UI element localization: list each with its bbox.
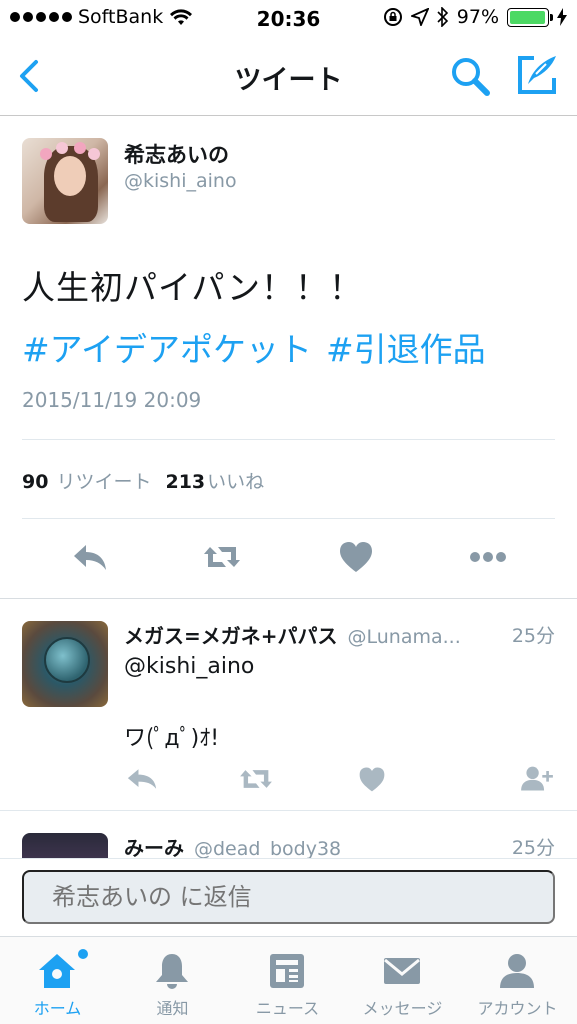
news-icon bbox=[270, 954, 304, 988]
tweet-text: 人生初パイパン！！！ bbox=[22, 268, 363, 307]
tab-notifications[interactable]: 通知 bbox=[115, 937, 230, 1024]
tab-label: アカウント bbox=[477, 999, 558, 1018]
tab-label: 通知 bbox=[156, 999, 189, 1018]
retweet-count[interactable]: 90 bbox=[22, 471, 48, 493]
tweet-actions bbox=[0, 537, 577, 577]
reply-author-name[interactable]: メガス=メガネ+パパス bbox=[124, 620, 338, 649]
tab-news[interactable]: ニュース bbox=[230, 937, 345, 1024]
reply-input[interactable] bbox=[22, 870, 555, 924]
tab-label: メッセージ bbox=[362, 999, 443, 1018]
tab-home[interactable]: ホーム bbox=[0, 937, 115, 1024]
notification-dot bbox=[78, 949, 88, 959]
person-icon bbox=[500, 954, 534, 988]
author-handle[interactable]: @kishi_aino bbox=[124, 170, 237, 192]
tweet-timestamp: 2015/11/19 20:09 bbox=[22, 388, 202, 412]
reply-time: 25分 bbox=[511, 625, 555, 647]
battery-icon bbox=[507, 7, 553, 27]
more-dots-icon[interactable] bbox=[468, 537, 508, 577]
reply-author-name[interactable]: みーみ bbox=[124, 832, 184, 858]
reply-composer bbox=[0, 858, 577, 936]
retweet-label[interactable]: リツイート bbox=[56, 467, 151, 494]
reply-icon[interactable] bbox=[124, 764, 160, 794]
avatar[interactable] bbox=[22, 138, 108, 224]
retweet-icon[interactable] bbox=[238, 764, 274, 794]
hashtag-link[interactable]: #アイデアポケット bbox=[22, 323, 312, 371]
tweet-hashtags: #アイデアポケット #引退作品 bbox=[22, 323, 486, 371]
divider bbox=[22, 518, 555, 519]
battery-percent: 97% bbox=[456, 6, 499, 28]
reply-tweet[interactable]: メガス=メガネ+パパス @Lunama... 25分 @kishi_aino ワ… bbox=[0, 600, 577, 811]
reply-author-handle[interactable]: @Lunama... bbox=[348, 626, 461, 648]
reply-author-handle[interactable]: @dead_body38 bbox=[194, 838, 341, 858]
status-right: 97% bbox=[383, 6, 567, 28]
reply-actions bbox=[0, 764, 577, 794]
bell-icon bbox=[156, 954, 188, 989]
tweet-stats: 90 リツイート 213 いいね bbox=[22, 467, 278, 494]
bluetooth-icon bbox=[437, 7, 448, 27]
envelope-icon bbox=[384, 958, 420, 984]
reply-header: メガス=メガネ+パパス @Lunama... bbox=[124, 620, 554, 649]
retweet-icon[interactable] bbox=[202, 537, 242, 577]
tweet-detail: 希志あいの @kishi_aino 人生初パイパン！！！ #アイデアポケット #… bbox=[0, 117, 577, 599]
reply-mention[interactable]: @kishi_aino bbox=[124, 654, 254, 679]
search-icon[interactable] bbox=[448, 54, 492, 98]
tab-account[interactable]: アカウント bbox=[460, 937, 575, 1024]
avatar[interactable] bbox=[22, 833, 108, 858]
charging-icon bbox=[557, 8, 567, 26]
avatar[interactable] bbox=[22, 621, 108, 707]
location-icon bbox=[410, 8, 429, 26]
tab-bar: ホーム 通知 ニュース メッセージ アカウント bbox=[0, 936, 577, 1024]
reply-text: ワ(ﾟдﾟ)ｵ! bbox=[124, 726, 220, 751]
author-name[interactable]: 希志あいの bbox=[124, 139, 229, 169]
like-label[interactable]: いいね bbox=[207, 467, 264, 494]
compose-icon[interactable] bbox=[514, 52, 560, 98]
battery-fill bbox=[510, 10, 545, 24]
home-icon bbox=[39, 954, 75, 988]
tab-messages[interactable]: メッセージ bbox=[345, 937, 460, 1024]
reply-time: 25分 bbox=[511, 837, 555, 858]
status-bar: SoftBank 20:36 97% bbox=[0, 0, 577, 38]
nav-bar: ツイート bbox=[0, 38, 577, 116]
reply-header: みーみ @dead_body38 bbox=[124, 832, 554, 858]
like-heart-icon[interactable] bbox=[336, 537, 376, 577]
like-count[interactable]: 213 bbox=[165, 471, 205, 493]
like-heart-icon[interactable] bbox=[354, 764, 390, 794]
rotation-lock-icon bbox=[383, 8, 402, 26]
tab-label: ホーム bbox=[33, 999, 82, 1018]
tab-label: ニュース bbox=[255, 999, 320, 1018]
reply-tweet[interactable]: みーみ @dead_body38 25分 bbox=[0, 812, 577, 858]
follow-user-icon[interactable] bbox=[519, 764, 555, 794]
reply-icon[interactable] bbox=[70, 537, 110, 577]
hashtag-link[interactable]: #引退作品 bbox=[326, 323, 486, 371]
divider bbox=[22, 439, 555, 440]
